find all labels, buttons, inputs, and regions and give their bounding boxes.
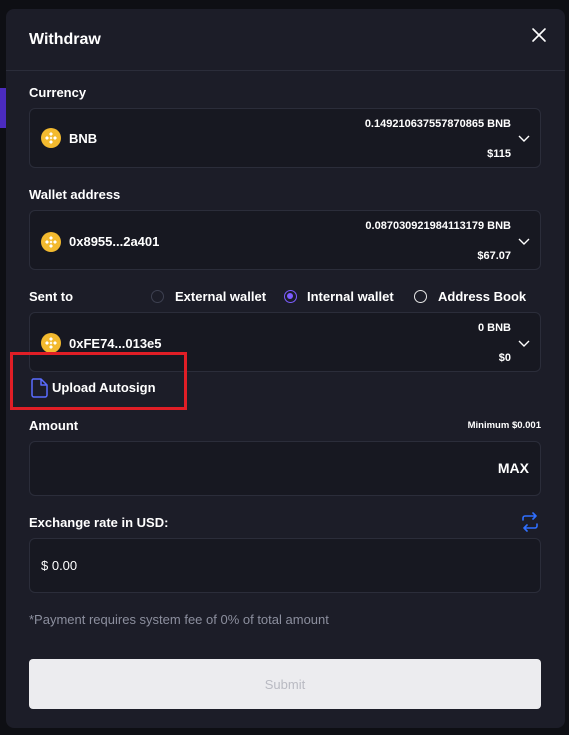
file-icon: [31, 378, 48, 398]
wallet-address: 0x8955...2a401: [69, 234, 160, 249]
withdraw-dialog: Withdraw Currency BNB 0.1492106375578708…: [6, 9, 565, 728]
radio-external-wallet-label[interactable]: External wallet: [175, 289, 266, 304]
dialog-header: Withdraw: [6, 9, 565, 71]
upload-autosign-label: Upload Autosign: [52, 380, 156, 395]
sent-to-label: Sent to: [29, 289, 74, 304]
usd-input[interactable]: $ 0.00: [29, 538, 541, 593]
recipient-usd: $0: [498, 352, 511, 364]
radio-external-wallet[interactable]: [151, 290, 164, 303]
currency-usd: $115: [487, 148, 511, 160]
swap-icon[interactable]: [520, 512, 540, 532]
fee-note: *Payment requires system fee of 0% of to…: [29, 612, 329, 627]
amount-input[interactable]: MAX: [29, 441, 541, 496]
wallet-balance: 0.087030921984113179 BNB: [365, 220, 511, 232]
radio-address-book-label[interactable]: Address Book: [438, 289, 526, 304]
radio-internal-wallet[interactable]: [284, 290, 297, 303]
exchange-label: Exchange rate in USD:: [29, 515, 169, 530]
bnb-coin-icon: [41, 128, 61, 148]
chevron-down-icon: [518, 340, 530, 347]
recipient-balance: 0 BNB: [477, 322, 511, 334]
minimum-text: Minimum $0.001: [467, 420, 541, 431]
currency-select[interactable]: BNB 0.149210637557870865 BNB $115: [29, 108, 541, 168]
chevron-down-icon: [518, 135, 530, 142]
max-button[interactable]: MAX: [498, 460, 529, 476]
close-icon[interactable]: [531, 27, 547, 43]
usd-value: $ 0.00: [41, 558, 78, 573]
currency-label: Currency: [29, 85, 87, 100]
currency-name: BNB: [69, 131, 98, 146]
wallet-usd: $67.07: [477, 250, 511, 262]
wallet-select[interactable]: 0x8955...2a401 0.087030921984113179 BNB …: [29, 210, 541, 270]
chevron-down-icon: [518, 238, 530, 245]
currency-balance: 0.149210637557870865 BNB: [364, 118, 511, 130]
bnb-coin-icon: [41, 333, 61, 353]
recipient-address: 0xFE74...013e5: [69, 336, 162, 351]
radio-address-book[interactable]: [414, 290, 427, 303]
wallet-label: Wallet address: [29, 187, 121, 202]
submit-button[interactable]: Submit: [29, 659, 541, 709]
dialog-title: Withdraw: [29, 31, 101, 48]
radio-internal-wallet-label[interactable]: Internal wallet: [307, 289, 394, 304]
bnb-coin-icon: [41, 232, 61, 252]
amount-label: Amount: [29, 418, 79, 433]
